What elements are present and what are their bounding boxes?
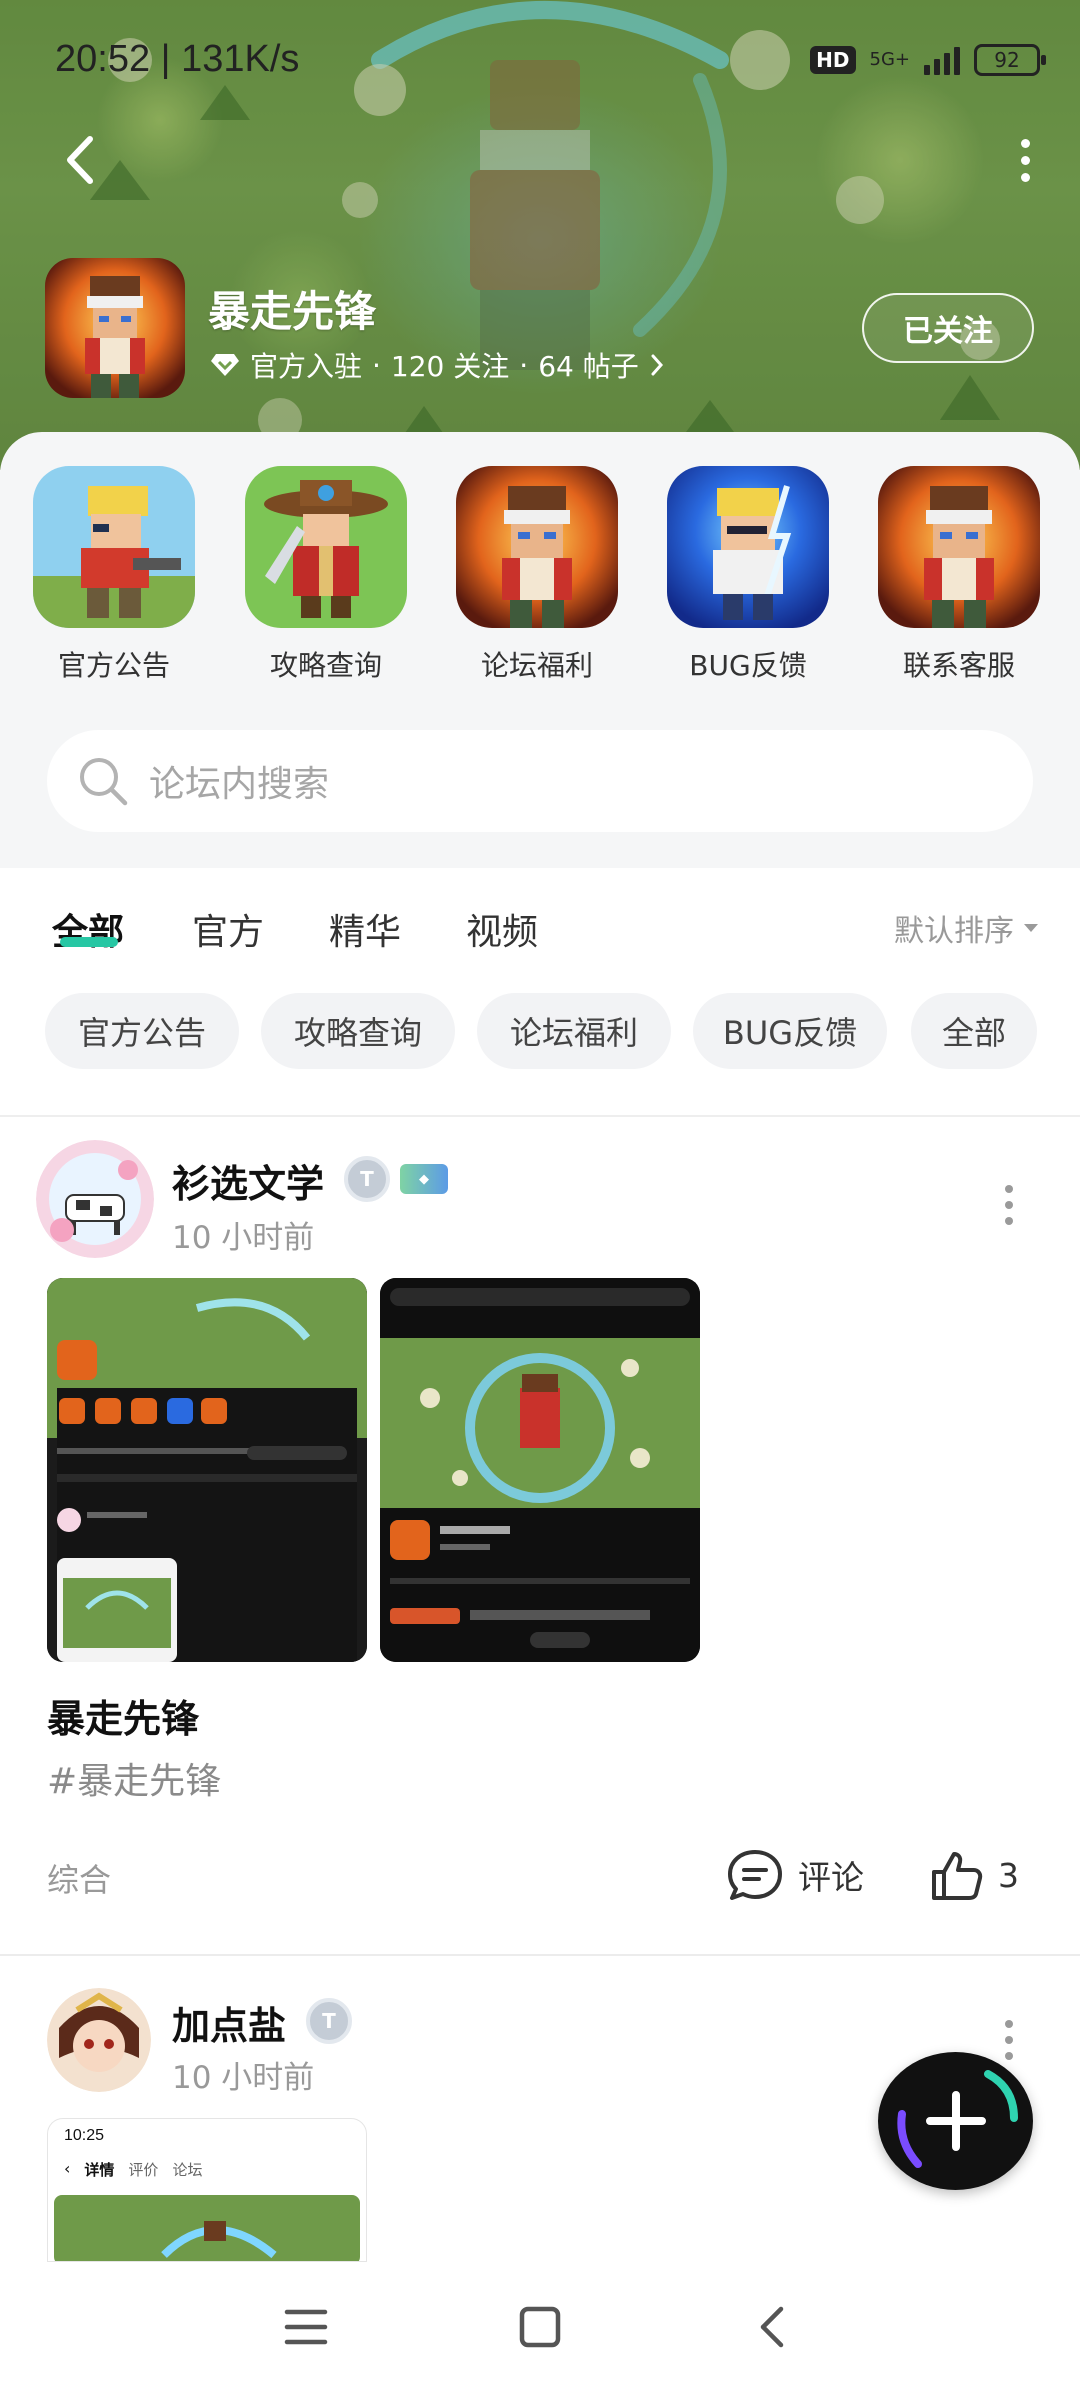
hero-fire-icon [45, 258, 185, 398]
network-type: 5G+ [869, 49, 910, 70]
chevron-right-icon [651, 354, 663, 376]
back-arrow-icon [760, 2306, 784, 2348]
official-label: 官方入驻 [250, 350, 363, 383]
user-tag-icon: ◆ [400, 1164, 448, 1194]
chip-forum-welfare[interactable]: 论坛福利 [477, 993, 671, 1069]
follow-button[interactable]: 已关注 [862, 293, 1034, 363]
comment-button[interactable]: 评论 [726, 1848, 864, 1902]
home-button[interactable] [500, 2292, 580, 2362]
tab-video[interactable]: 视频 [466, 903, 538, 955]
shortcut-row: 官方公告 攻略查询 论坛福利 BUG反馈 联系客服 [0, 466, 1080, 686]
menu-button[interactable] [266, 2292, 346, 2362]
meta-dot-2: · [519, 348, 529, 382]
more-options-button[interactable] [1010, 135, 1040, 185]
post-time: 10 小时前 [172, 1220, 315, 1256]
like-count: 3 [998, 1855, 1019, 1895]
chip-guide-search[interactable]: 攻略查询 [261, 993, 455, 1069]
followers-count[interactable]: 120 关注 [391, 345, 509, 385]
hero-lightning-icon [667, 466, 829, 628]
post-more-button[interactable] [994, 1175, 1024, 1235]
thumbnail-tabs: ‹ 详情 评价 论坛 [64, 2159, 203, 2179]
post-author[interactable]: 衫选文学 [172, 1153, 324, 1208]
battery-icon: 92 [974, 44, 1046, 76]
post-image-1[interactable]: 10:25 ‹ 详情 评价 论坛 [47, 2118, 367, 2262]
post-time: 10 小时前 [172, 2060, 315, 2096]
shortcut-bug-feedback[interactable]: BUG反馈 [653, 466, 843, 684]
shortcut-label: 攻略查询 [269, 649, 382, 682]
game-meta: 官方入驻 · 120 关注 · 64 帖子 [210, 345, 665, 385]
avatar[interactable] [36, 1140, 154, 1258]
game-title: 暴走先锋 [208, 287, 377, 336]
category-chips: 官方公告 攻略查询 论坛福利 BUG反馈 全部 [0, 993, 1080, 1069]
user-level-badge-icon: T [306, 1998, 352, 2044]
chevron-left-icon [67, 136, 93, 184]
post-divider [0, 1954, 1080, 1956]
hd-badge: HD [810, 46, 856, 74]
new-post-button[interactable] [878, 2052, 1033, 2190]
post-image-1[interactable] [47, 1278, 367, 1662]
shortcut-forum-welfare[interactable]: 论坛福利 [442, 466, 632, 684]
verified-diamond-icon [211, 354, 239, 376]
shortcut-label: 联系客服 [902, 649, 1015, 682]
sort-dropdown[interactable]: 默认排序 [894, 906, 1040, 950]
search-placeholder: 论坛内搜索 [149, 764, 330, 805]
chip-all[interactable]: 全部 [911, 993, 1037, 1069]
like-button[interactable]: 3 [930, 1848, 1019, 1902]
shortcut-label: 官方公告 [57, 649, 170, 682]
thumbs-up-icon [932, 1852, 983, 1900]
active-tab-indicator [60, 937, 118, 947]
search-icon [80, 758, 128, 806]
status-icons: HD 5G+ 92 [810, 44, 1046, 76]
system-navigation-bar [0, 2262, 1080, 2400]
plus-icon [925, 2091, 986, 2151]
shortcut-label: 论坛福利 [480, 649, 593, 682]
hero-gunner-icon [33, 466, 195, 628]
menu-icon [284, 2309, 328, 2345]
post-hashtag[interactable]: #暴走先锋 [47, 1752, 221, 1804]
comment-icon [728, 1850, 782, 1900]
back-button[interactable] [50, 130, 110, 190]
hero-fire-icon [456, 466, 618, 628]
section-divider [0, 1115, 1080, 1117]
forum-search-input[interactable]: 论坛内搜索 [47, 730, 1033, 832]
comment-label: 评论 [798, 1858, 864, 1897]
shortcut-guide-search[interactable]: 攻略查询 [231, 466, 421, 684]
signal-icon [924, 45, 960, 75]
thumbnail-tab: 评价 [128, 2161, 159, 2179]
home-square-icon [519, 2306, 561, 2348]
thumbnail-tab: 论坛 [172, 2161, 203, 2179]
hero-fire-icon [878, 466, 1040, 628]
thumbnail-status-time: 10:25 [64, 2127, 105, 2144]
status-bar: 20:52 | 131K/s HD 5G+ 92 [0, 0, 1080, 120]
post-author[interactable]: 加点盐 [172, 1995, 286, 2050]
chip-bug-feedback[interactable]: BUG反馈 [693, 993, 887, 1069]
meta-dot-1: · [372, 348, 381, 382]
caret-down-icon [1024, 924, 1038, 932]
post-title[interactable]: 暴走先锋 [47, 1688, 199, 1743]
status-time: 20:52 | 131K/s [55, 38, 300, 80]
avatar[interactable] [47, 1988, 151, 2092]
system-back-button[interactable] [732, 2292, 812, 2362]
post-category: 综合 [47, 1861, 112, 1899]
posts-count[interactable]: 64 帖子 [538, 345, 639, 385]
shortcut-customer-service[interactable]: 联系客服 [864, 466, 1054, 684]
tab-featured[interactable]: 精华 [329, 903, 401, 955]
cowboy-sword-icon [245, 466, 407, 628]
post-image-2[interactable] [380, 1278, 700, 1662]
sort-label: 默认排序 [894, 914, 1014, 949]
tab-official[interactable]: 官方 [192, 903, 264, 955]
shortcut-official-notice[interactable]: 官方公告 [19, 466, 209, 684]
game-app-icon [45, 258, 185, 398]
user-level-badge-icon: T [344, 1156, 390, 1202]
tab-all[interactable]: 全部 [52, 903, 124, 955]
chip-official-notice[interactable]: 官方公告 [45, 993, 239, 1069]
thumbnail-tab: 详情 [84, 2161, 115, 2179]
shortcut-label: BUG反馈 [689, 649, 807, 682]
